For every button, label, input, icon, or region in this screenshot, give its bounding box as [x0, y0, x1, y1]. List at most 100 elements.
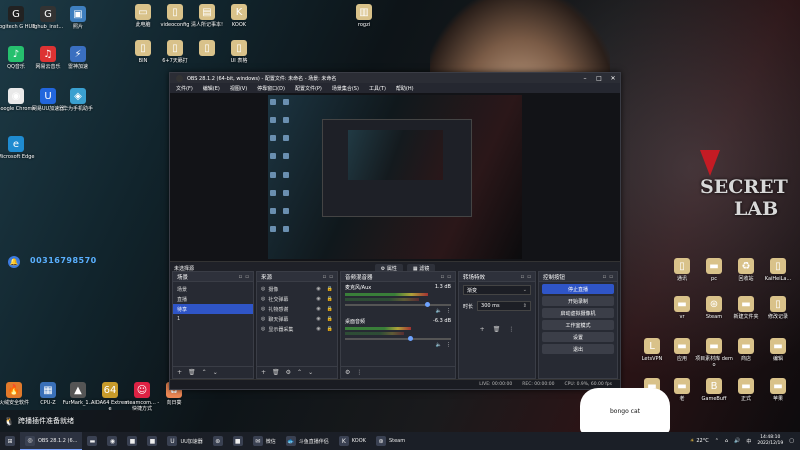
scene-item[interactable]: 待享: [173, 304, 253, 314]
close-icon[interactable]: ✕: [606, 75, 620, 82]
mixer-menu-icon[interactable]: ⋮: [356, 369, 362, 376]
scene-up-icon[interactable]: ⌃: [202, 369, 207, 376]
weather-widget[interactable]: ☀ 22°C: [690, 438, 709, 444]
taskbar-item[interactable]: ◎ OBS 28.1.2 (6...: [20, 432, 83, 450]
eye-icon[interactable]: ◉: [316, 306, 320, 312]
taskbar-item[interactable]: K KOOK: [334, 432, 371, 450]
network-icon[interactable]: ⌂: [725, 438, 728, 444]
dock-close-icon[interactable]: ▫: [609, 274, 613, 280]
desktop-icon[interactable]: ▥ rogzi: [344, 4, 384, 28]
lock-icon[interactable]: 🔒: [327, 326, 333, 332]
source-item[interactable]: ◎ 摄像 ◉ 🔒: [257, 284, 337, 294]
dock-float-icon[interactable]: ▫: [521, 274, 525, 280]
taskbar-item[interactable]: ⊛: [208, 432, 228, 450]
add-scene-icon[interactable]: +: [177, 369, 182, 376]
menu-item[interactable]: 文件(F): [176, 85, 193, 92]
eye-icon[interactable]: ◉: [316, 296, 320, 302]
dock-close-icon[interactable]: ▫: [447, 274, 451, 280]
source-up-icon[interactable]: ⌃: [297, 369, 302, 376]
taskbar-item[interactable]: ■: [122, 432, 142, 450]
menu-item[interactable]: 场景集合(S): [332, 85, 359, 92]
control-button[interactable]: 退出: [542, 344, 614, 354]
source-item[interactable]: ◎ 聊天弹幕 ◉ 🔒: [257, 314, 337, 324]
source-item[interactable]: ◎ 礼物感谢 ◉ 🔒: [257, 304, 337, 314]
volume-slider[interactable]: [345, 302, 451, 307]
lock-icon[interactable]: 🔒: [327, 316, 333, 322]
speaker-icon[interactable]: 🔈: [436, 308, 442, 314]
source-settings-icon[interactable]: ⚙: [286, 369, 291, 376]
remove-source-icon[interactable]: 🗑: [272, 369, 280, 376]
transition-select[interactable]: 渐变 ⌄: [463, 285, 531, 295]
taskbar-item[interactable]: ✉ 微信: [248, 432, 281, 450]
taskbar-item[interactable]: 🐟 斗鱼直播伴侣: [281, 432, 334, 450]
menu-item[interactable]: 工具(T): [369, 85, 386, 92]
menu-item[interactable]: 视图(V): [230, 85, 247, 92]
source-item[interactable]: ◎ 显示器采集 ◉ 🔒: [257, 324, 337, 334]
duration-input[interactable]: 300 ms ⇕: [477, 301, 531, 311]
taskbar-item[interactable]: ▬: [82, 432, 102, 450]
channel-settings-icon[interactable]: ⋮: [446, 308, 451, 314]
scene-item[interactable]: 场景: [173, 284, 253, 294]
speaker-icon[interactable]: 🔈: [436, 342, 442, 348]
scene-item[interactable]: 直播: [173, 294, 253, 304]
taskbar-item[interactable]: ◉: [102, 432, 122, 450]
remove-scene-icon[interactable]: 🗑: [188, 369, 196, 376]
obs-window[interactable]: OBS 28.1.2 (64-bit, windows) - 配置文件: 未命名…: [169, 72, 621, 390]
clock[interactable]: 14:48:10 2022/12/19: [757, 435, 783, 447]
control-button[interactable]: 开始录制: [542, 296, 614, 306]
minimize-icon[interactable]: –: [578, 75, 592, 82]
dock-float-icon[interactable]: ▫: [603, 274, 607, 280]
taskbar-item[interactable]: ■: [142, 432, 162, 450]
taskbar-item[interactable]: ⊛ Steam: [371, 432, 410, 450]
transition-menu-icon[interactable]: ⋮: [508, 326, 514, 333]
volume-slider[interactable]: [345, 336, 451, 341]
remove-transition-icon[interactable]: 🗑: [493, 326, 501, 333]
desktop-icon[interactable]: ▬ 苹果: [758, 378, 798, 402]
desktop-icon[interactable]: ▯ 修改记录: [758, 296, 798, 320]
dock-float-icon[interactable]: ▫: [323, 274, 327, 280]
control-button[interactable]: 设置: [542, 332, 614, 342]
control-button[interactable]: 启动虚拟摄像机: [542, 308, 614, 318]
qq-float-icon[interactable]: 🔔: [8, 256, 20, 268]
desktop-icon[interactable]: ▯ KaiHeiLa...: [758, 258, 798, 282]
volume-icon[interactable]: 🔊: [734, 438, 740, 444]
desktop-icon[interactable]: e Microsoft Edge: [0, 136, 36, 160]
lock-icon[interactable]: 🔒: [327, 296, 333, 302]
desktop-icon[interactable]: ⚡ 雷神加速: [58, 46, 98, 70]
source-down-icon[interactable]: ⌄: [308, 369, 313, 376]
lock-icon[interactable]: 🔒: [327, 306, 333, 312]
dock-float-icon[interactable]: ▫: [239, 274, 243, 280]
dock-close-icon[interactable]: ▫: [245, 274, 249, 280]
tray-arrow-icon[interactable]: ⌃: [715, 438, 719, 444]
ime-icon[interactable]: 中: [746, 438, 751, 445]
source-item[interactable]: ◎ 社交弹幕 ◉ 🔒: [257, 294, 337, 304]
add-transition-icon[interactable]: +: [480, 326, 485, 333]
maximize-icon[interactable]: □: [592, 75, 606, 82]
scene-down-icon[interactable]: ⌄: [213, 369, 218, 376]
desktop-icon[interactable]: ▬ 编辑: [758, 338, 798, 362]
eye-icon[interactable]: ◉: [316, 286, 320, 292]
menu-item[interactable]: 停靠窗口(D): [257, 85, 285, 92]
add-source-icon[interactable]: +: [261, 369, 266, 376]
eye-icon[interactable]: ◉: [316, 326, 320, 332]
taskbar-item[interactable]: ⊞: [0, 432, 20, 450]
control-button[interactable]: 停止直播: [542, 284, 614, 294]
dock-close-icon[interactable]: ▫: [527, 274, 531, 280]
desktop-icon[interactable]: ▣ 照片: [58, 6, 98, 30]
control-button[interactable]: 工作室模式: [542, 320, 614, 330]
advanced-audio-icon[interactable]: ⚙: [345, 369, 350, 376]
taskbar-item[interactable]: U UU加速器: [162, 432, 207, 450]
obs-preview[interactable]: [170, 93, 620, 261]
obs-titlebar[interactable]: OBS 28.1.2 (64-bit, windows) - 配置文件: 未命名…: [170, 73, 620, 83]
volume-slider-knob[interactable]: [407, 336, 413, 341]
scene-item[interactable]: 1: [173, 314, 253, 324]
desktop-icon[interactable]: K KOOK: [219, 4, 259, 28]
menu-item[interactable]: 编辑(E): [203, 85, 220, 92]
channel-settings-icon[interactable]: ⋮: [446, 342, 451, 348]
dock-float-icon[interactable]: ▫: [441, 274, 445, 280]
dock-close-icon[interactable]: ▫: [329, 274, 333, 280]
taskbar-item[interactable]: ■: [228, 432, 248, 450]
desktop-icon[interactable]: ▯ UI 表格: [219, 40, 259, 64]
notification-icon[interactable]: ▢: [789, 438, 794, 444]
volume-slider-knob[interactable]: [424, 302, 430, 307]
